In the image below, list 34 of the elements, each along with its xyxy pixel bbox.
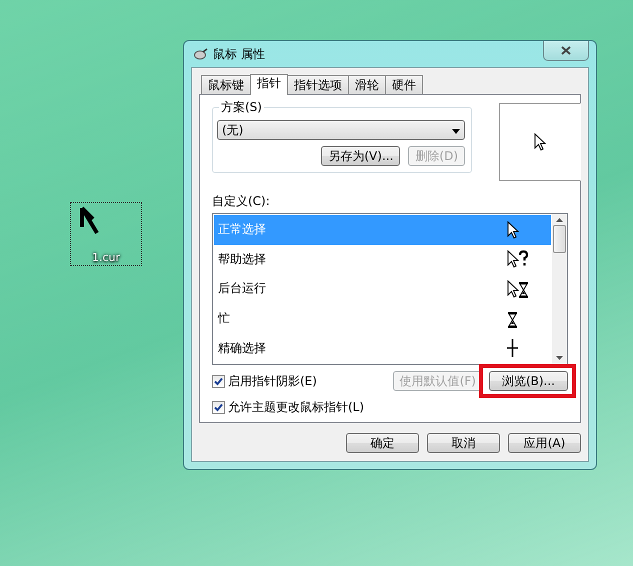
help-pointer-icon <box>507 250 529 268</box>
scroll-down-icon[interactable] <box>556 356 563 360</box>
scheme-dropdown[interactable]: (无) <box>217 120 465 140</box>
scroll-up-icon[interactable] <box>556 218 563 222</box>
group-label: 方案(S) <box>219 99 264 116</box>
tab[interactable]: 滑轮 <box>348 75 386 94</box>
dialog-button[interactable]: 取消 <box>427 433 500 453</box>
dialog-button[interactable]: 确定 <box>346 433 419 453</box>
checkmark-icon <box>214 376 223 386</box>
list-item[interactable]: 忙 <box>214 304 551 334</box>
list-item[interactable]: 后台运行 <box>214 274 551 304</box>
list-item[interactable]: 帮助选择 <box>214 244 551 274</box>
list-label: 自定义(C): <box>212 193 271 210</box>
window-title: 鼠标 属性 <box>213 46 265 62</box>
crosshair-icon <box>507 339 518 358</box>
tab[interactable]: 鼠标键 <box>201 75 251 94</box>
checkbox[interactable]: 允许主题更改鼠标指针(L) <box>212 399 364 416</box>
list-item[interactable]: 精确选择 <box>214 333 551 363</box>
hourglass-icon <box>507 310 518 328</box>
tab[interactable]: 指针选项 <box>287 75 349 94</box>
pointer-icon <box>534 133 546 151</box>
checkmark-icon <box>214 403 223 412</box>
checkbox[interactable]: 启用指针阴影(E) <box>212 372 317 390</box>
close-icon <box>561 46 571 55</box>
browse-button[interactable]: 浏览(B)... <box>488 371 568 391</box>
pointer-icon <box>507 220 519 239</box>
dialog-button[interactable]: 应用(A) <box>508 433 581 453</box>
working-pointer-icon <box>507 280 529 298</box>
scrollbar[interactable] <box>552 214 567 364</box>
close-button[interactable] <box>543 41 589 61</box>
scrollbar-thumb[interactable] <box>553 225 566 253</box>
scheme-button[interactable]: 另存为(V)... <box>321 146 400 166</box>
tab[interactable]: 指针 <box>250 74 288 95</box>
tab[interactable]: 硬件 <box>385 75 423 94</box>
